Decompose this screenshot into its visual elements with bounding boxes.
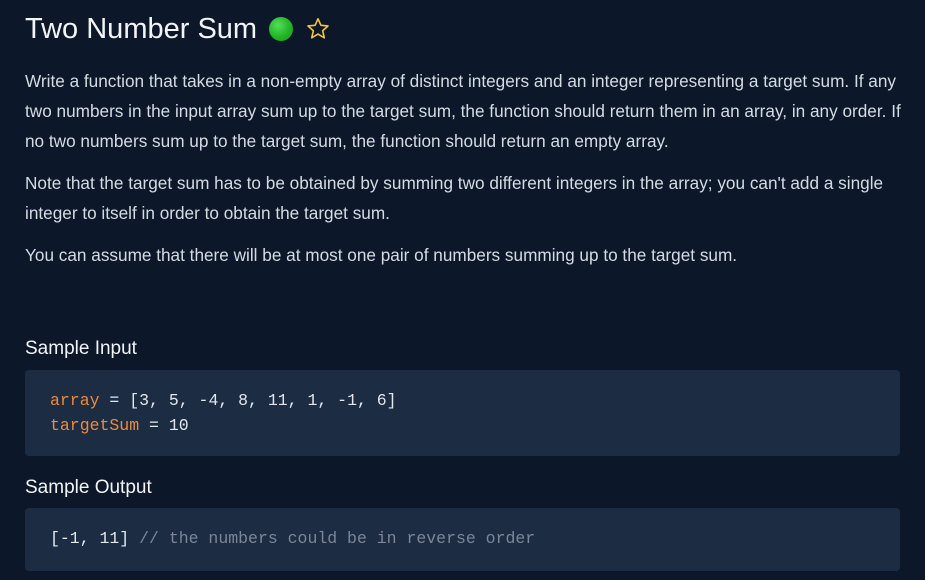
star-icon[interactable]: [305, 16, 331, 42]
sample-input-code: array = [3, 5, -4, 8, 11, 1, -1, 6] targ…: [25, 370, 900, 456]
sample-input-heading: Sample Input: [25, 338, 137, 359]
code-line: targetSum = 10: [50, 413, 900, 438]
description-paragraph: You can assume that there will be at mos…: [25, 245, 738, 265]
problem-description: Write a function that takes in a non-emp…: [25, 66, 905, 282]
code-value: [3, 5, -4, 8, 11, 1, -1, 6]: [129, 391, 397, 410]
difficulty-dot-icon: [269, 17, 294, 41]
description-paragraph: Note that the target sum has to be obtai…: [25, 173, 884, 223]
description-paragraph: Write a function that takes in a non-emp…: [25, 71, 901, 151]
code-variable: targetSum: [50, 416, 140, 435]
code-value: 10: [168, 416, 189, 435]
sample-output-heading: Sample Output: [25, 477, 152, 498]
sample-output-code: [-1, 11] // the numbers could be in reve…: [25, 508, 900, 571]
problem-title: Two Number Sum: [25, 12, 258, 45]
code-comment: // the numbers could be in reverse order: [129, 529, 536, 548]
title-row: Two Number Sum: [25, 8, 331, 50]
code-line: [-1, 11] // the numbers could be in reve…: [50, 526, 900, 551]
code-operator: =: [99, 391, 130, 410]
code-value: [-1, 11]: [50, 529, 130, 548]
code-line: array = [3, 5, -4, 8, 11, 1, -1, 6]: [50, 388, 900, 413]
code-variable: array: [50, 391, 100, 410]
code-operator: =: [139, 416, 169, 435]
